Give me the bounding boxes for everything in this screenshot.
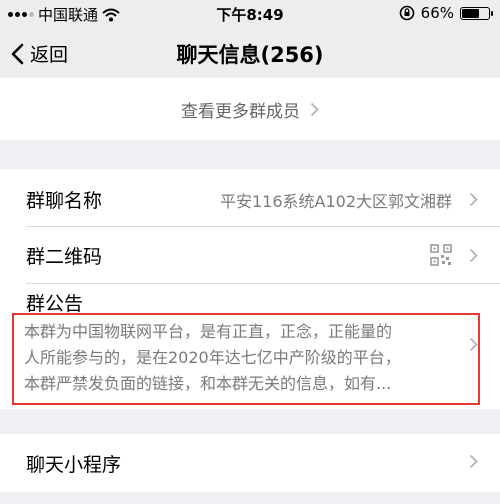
divider bbox=[26, 283, 500, 284]
group-name-value: 平安116系统A102大区郭文湘群 bbox=[219, 191, 452, 211]
group-qr-label: 群二维码 bbox=[26, 246, 103, 268]
group-name-row[interactable]: 群聊名称 平安116系统A102大区郭文湘群 bbox=[0, 171, 500, 228]
notice-line: 人所能参与的，是在2020年达七亿中产阶级的平台， bbox=[24, 348, 401, 367]
qr-code-icon bbox=[430, 244, 452, 266]
chat-mini-program-row[interactable]: 聊天小程序 bbox=[0, 434, 500, 492]
group-qr-row[interactable]: 群二维码 bbox=[0, 227, 500, 284]
chevron-right-icon bbox=[469, 248, 478, 263]
chat-mini-program-label: 聊天小程序 bbox=[26, 454, 122, 476]
notice-line: 本群严禁发负面的链接，和本群无关的信息，如有... bbox=[24, 374, 392, 393]
chevron-right-icon bbox=[469, 337, 478, 352]
group-name-label: 群聊名称 bbox=[26, 190, 103, 212]
view-more-members-label: 查看更多群成员 bbox=[181, 101, 300, 122]
notice-line: 本群为中国物联网平台，是有正直，正念，正能量的 bbox=[24, 322, 393, 341]
page-title: 聊天信息(256) bbox=[176, 43, 324, 67]
group-settings-card: 群聊名称 平安116系统A102大区郭文湘群 群二维码 群公告 本群为中国物联网… bbox=[0, 169, 500, 409]
status-bar: 中国联通 下午8:49 66% bbox=[0, 0, 500, 28]
chevron-right-icon bbox=[469, 454, 478, 469]
battery-icon bbox=[460, 6, 493, 20]
nav-bar: 返回 聊天信息(256) bbox=[0, 28, 500, 78]
rotation-lock-icon bbox=[399, 5, 414, 21]
chevron-right-icon bbox=[310, 102, 319, 116]
group-notice-text[interactable]: 本群为中国物联网平台，是有正直，正念，正能量的 人所能参与的，是在2020年达七… bbox=[24, 319, 454, 397]
chevron-right-icon bbox=[469, 192, 478, 207]
status-right: 66% bbox=[399, 4, 493, 22]
battery-percent: 66% bbox=[420, 4, 454, 22]
view-more-members-button[interactable]: 查看更多群成员 bbox=[0, 78, 500, 140]
group-notice-label: 群公告 bbox=[26, 293, 84, 315]
